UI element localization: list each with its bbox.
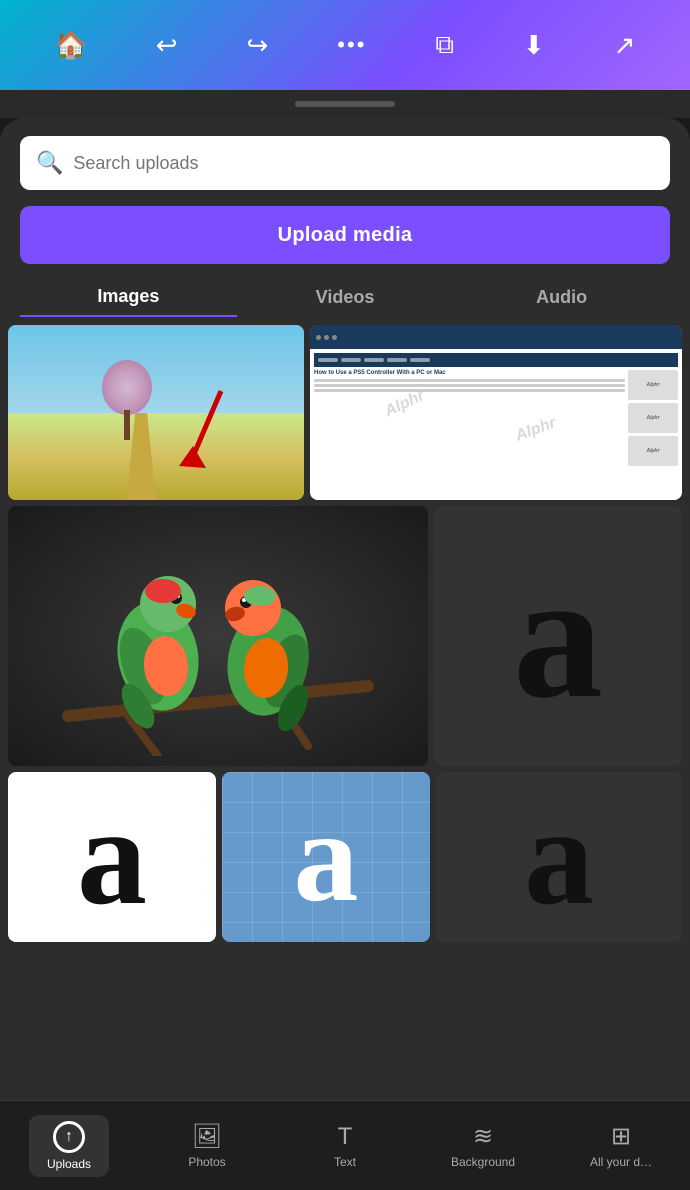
search-input[interactable]: [73, 153, 654, 174]
letter-a-white-image[interactable]: a: [8, 772, 216, 942]
parrot-bg: [8, 506, 428, 766]
home-icon[interactable]: 🏠: [54, 30, 86, 61]
uploads-icon: ↑: [53, 1121, 85, 1153]
letter-a-black: a: [513, 546, 603, 726]
parrots-image[interactable]: [8, 506, 428, 766]
main-panel: 🔍 Upload media Images Videos Audio: [0, 118, 690, 1190]
website-article: How to Use a PS5 Controller With a PC or…: [314, 370, 625, 493]
redo-icon[interactable]: ↪: [247, 30, 269, 61]
letter-a-right: a: [524, 787, 594, 927]
letter-a-right-image[interactable]: a: [436, 772, 682, 942]
grid-row-3: a a a: [8, 772, 682, 942]
nav-text[interactable]: T Text: [305, 1123, 385, 1169]
letter-a-black-image[interactable]: a: [434, 506, 682, 766]
tab-images[interactable]: Images: [20, 278, 237, 317]
bottom-nav: ↑ Uploads 🖼 Photos T Text ≋ Background ⊞…: [0, 1100, 690, 1190]
sidebar-img-3: Alphr: [628, 436, 678, 466]
tab-videos[interactable]: Videos: [237, 279, 454, 316]
tab-audio[interactable]: Audio: [453, 279, 670, 316]
article-line-3: [314, 389, 625, 392]
download-icon[interactable]: ⬇: [523, 30, 545, 61]
grid-row-1: How to Use a PS5 Controller With a PC or…: [8, 325, 682, 500]
article-title: How to Use a PS5 Controller With a PC or…: [314, 370, 625, 377]
parrots-svg: [28, 516, 408, 756]
copy-icon[interactable]: ⧉: [435, 29, 454, 61]
letter-a-white-bg: a: [77, 787, 147, 927]
nav-line-1: [318, 358, 338, 362]
nav-uploads-label: Uploads: [47, 1157, 91, 1171]
red-arrow-container: [171, 386, 241, 481]
letter-a-pattern-image[interactable]: a: [222, 772, 430, 942]
photos-icon: 🖼: [192, 1122, 222, 1151]
tree-trunk: [124, 410, 130, 440]
article-line-2: [314, 384, 625, 387]
nav-background-label: Background: [451, 1155, 515, 1169]
nav-dot-2: [324, 335, 329, 340]
nav-all[interactable]: ⊞ All your d…: [581, 1122, 661, 1169]
share-icon[interactable]: ↗: [614, 30, 636, 61]
search-icon: 🔍: [36, 150, 63, 176]
tree-crown: [102, 360, 152, 415]
top-toolbar: 🏠 ↩ ↪ ••• ⧉ ⬇ ↗: [0, 0, 690, 90]
nav-line-2: [341, 358, 361, 362]
upload-btn-container: Upload media: [0, 200, 690, 278]
undo-icon[interactable]: ↩: [156, 30, 178, 61]
landscape-image[interactable]: [8, 325, 304, 500]
notch-bar: [0, 90, 690, 118]
nav-background[interactable]: ≋ Background: [443, 1122, 523, 1169]
nav-line-4: [387, 358, 407, 362]
website-nav: [314, 353, 678, 367]
nav-photos-label: Photos: [188, 1155, 225, 1169]
tab-row: Images Videos Audio: [0, 278, 690, 317]
red-arrow-icon: [171, 386, 241, 476]
website-content: How to Use a PS5 Controller With a PC or…: [310, 349, 682, 500]
nav-uploads[interactable]: ↑ Uploads: [29, 1115, 109, 1177]
sidebar-img-1: Alphr: [628, 370, 678, 400]
nav-all-label: All your d…: [590, 1155, 652, 1169]
nav-dot-1: [316, 335, 321, 340]
nav-dot-3: [332, 335, 337, 340]
notch-pill: [295, 101, 395, 107]
nav-line-5: [410, 358, 430, 362]
article-line-1: [314, 379, 625, 382]
text-icon: T: [338, 1123, 353, 1151]
background-icon: ≋: [473, 1122, 493, 1151]
upload-media-button[interactable]: Upload media: [20, 206, 670, 264]
nav-text-label: Text: [334, 1155, 356, 1169]
all-designs-icon: ⊞: [611, 1122, 631, 1151]
nav-photos[interactable]: 🖼 Photos: [167, 1122, 247, 1169]
more-icon[interactable]: •••: [337, 32, 366, 58]
grid-row-2: a: [8, 506, 682, 766]
website-sidebar: Alphr Alphr Alphr: [628, 370, 678, 493]
nav-line-3: [364, 358, 384, 362]
website-main: How to Use a PS5 Controller With a PC or…: [314, 370, 678, 493]
search-container: 🔍: [0, 118, 690, 200]
letter-a-pattern: a: [294, 792, 359, 922]
website-screenshot[interactable]: How to Use a PS5 Controller With a PC or…: [310, 325, 682, 500]
image-grid: How to Use a PS5 Controller With a PC or…: [0, 325, 690, 1100]
search-bar: 🔍: [20, 136, 670, 190]
sidebar-img-2: Alphr: [628, 403, 678, 433]
website-header-bar: [310, 325, 682, 349]
